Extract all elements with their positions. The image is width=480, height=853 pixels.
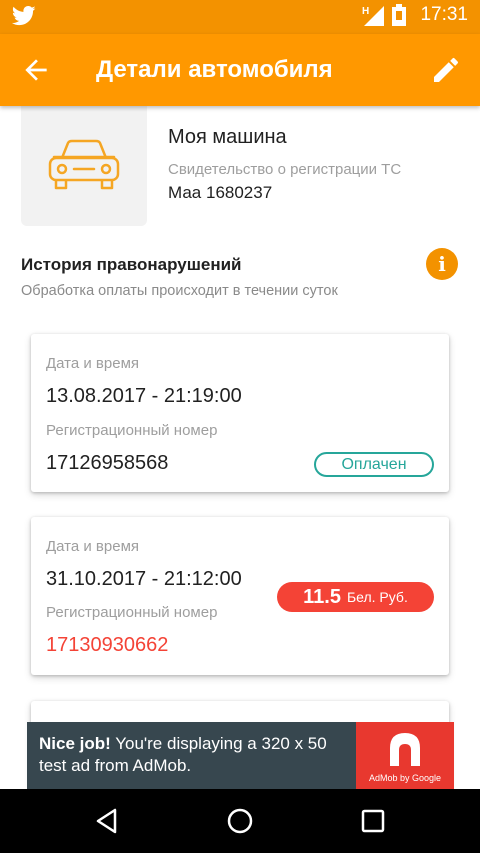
datetime-label: Дата и время xyxy=(46,355,140,372)
info-button[interactable]: i xyxy=(426,248,458,280)
ad-banner[interactable]: Nice job! You're displaying a 320 x 50 t… xyxy=(27,722,454,789)
car-doc-value: Маа 1680237 xyxy=(168,183,273,202)
nav-home-button[interactable] xyxy=(224,805,256,837)
violation-card[interactable]: Дата и время 13.08.2017 - 21:19:00 Регис… xyxy=(31,334,449,492)
battery-icon xyxy=(392,4,407,26)
violation-card[interactable]: Дата и время 31.10.2017 - 21:12:00 Регис… xyxy=(31,517,449,675)
system-nav-bar xyxy=(0,789,480,853)
status-badge: Оплачен xyxy=(314,452,434,477)
nav-recents-button[interactable] xyxy=(357,805,389,837)
reg-number-label: Регистрационный номер xyxy=(46,604,218,621)
page-title: Детали автомобиля xyxy=(96,56,333,83)
fine-currency: Бел. Руб. xyxy=(346,589,408,605)
twitter-bird-icon xyxy=(11,6,36,31)
nav-back-button[interactable] xyxy=(91,805,123,837)
status-indicators: H 17:31 xyxy=(362,4,468,26)
triangle-back-icon xyxy=(96,808,117,834)
info-icon: i xyxy=(438,252,446,276)
admob-logo: AdMob by Google xyxy=(356,722,454,789)
datetime-value: 31.10.2017 - 21:12:00 xyxy=(46,568,242,590)
status-bar: H 17:31 xyxy=(0,0,480,34)
ad-text: Nice job! You're displaying a 320 x 50 t… xyxy=(39,733,349,777)
car-icon xyxy=(48,139,120,190)
content-scroll[interactable]: Моя машина Свидетельство о регистрации Т… xyxy=(0,106,480,789)
history-title: История правонарушений xyxy=(21,255,242,274)
history-subtitle: Обработка оплаты происходит в течении су… xyxy=(21,283,338,299)
reg-number-value: 17130930662 xyxy=(46,634,169,656)
datetime-value: 13.08.2017 - 21:19:00 xyxy=(46,385,242,407)
arrow-back-icon xyxy=(25,59,47,81)
admob-logo-text: AdMob by Google xyxy=(368,773,442,783)
reg-number-label: Регистрационный номер xyxy=(46,422,218,439)
square-recents-icon xyxy=(361,809,385,833)
datetime-label: Дата и время xyxy=(46,538,140,555)
status-time: 17:31 xyxy=(420,4,468,25)
ad-headline: Nice job! xyxy=(39,734,111,753)
pencil-icon xyxy=(434,57,459,82)
circle-home-icon xyxy=(227,808,253,834)
app-bar: Детали автомобиля xyxy=(0,34,480,106)
car-name: Моя машина xyxy=(168,126,287,148)
reg-number-value: 17126958568 xyxy=(46,452,169,474)
fine-amount-badge[interactable]: 11.5 Бел. Руб. xyxy=(277,582,434,612)
car-thumbnail xyxy=(21,106,147,226)
fine-amount: 11.5 xyxy=(303,585,341,608)
car-doc-label: Свидетельство о регистрации ТС xyxy=(168,161,402,178)
back-button[interactable] xyxy=(20,54,52,86)
svg-text:H: H xyxy=(362,6,369,17)
edit-button[interactable] xyxy=(430,54,462,86)
signal-icon: H xyxy=(362,6,385,26)
